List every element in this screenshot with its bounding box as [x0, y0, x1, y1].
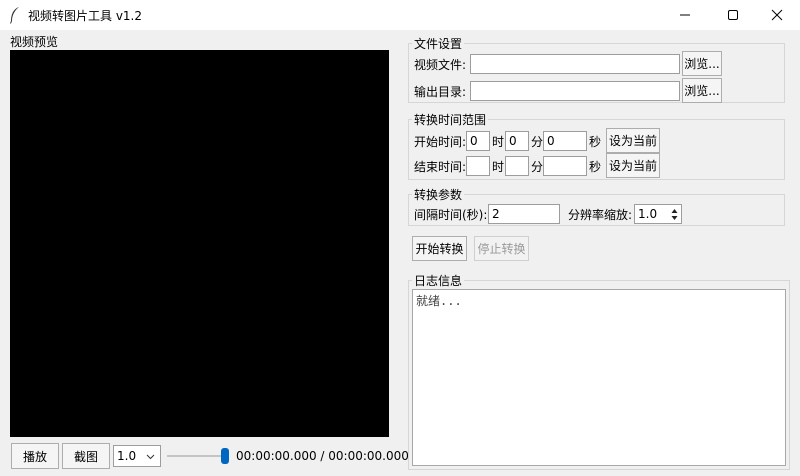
- speed-select[interactable]: 1.0: [113, 445, 161, 467]
- window-title: 视频转图片工具 v1.2: [28, 9, 143, 23]
- video-preview: [10, 50, 389, 437]
- end-hour-input[interactable]: [466, 156, 490, 176]
- end-second-unit: 秒: [589, 160, 602, 174]
- start-minute-input[interactable]: 0: [505, 131, 529, 151]
- log-label: 日志信息: [412, 272, 465, 289]
- play-button[interactable]: 播放: [11, 443, 59, 469]
- start-hour-unit: 时: [492, 135, 505, 149]
- video-file-input[interactable]: [470, 54, 680, 74]
- scale-spinbox[interactable]: 1.0: [634, 204, 682, 224]
- minimize-button[interactable]: [662, 0, 708, 30]
- start-second-input[interactable]: 0: [543, 131, 587, 151]
- start-convert-button[interactable]: 开始转换: [412, 236, 467, 261]
- start-time-label: 开始时间:: [414, 135, 467, 149]
- interval-label: 间隔时间(秒):: [414, 208, 488, 222]
- progress-track: [167, 455, 229, 457]
- video-file-label: 视频文件:: [414, 58, 467, 72]
- scale-value: 1.0: [638, 207, 658, 221]
- start-hour-input[interactable]: 0: [466, 131, 490, 151]
- end-second-input[interactable]: [543, 156, 587, 176]
- speed-value: 1.0: [117, 449, 137, 463]
- maximize-icon: [728, 10, 738, 20]
- output-dir-input[interactable]: [470, 81, 680, 101]
- stop-convert-button[interactable]: 停止转换: [474, 236, 529, 261]
- time-range-label: 转换时间范围: [412, 111, 489, 128]
- minimize-icon: [680, 14, 690, 16]
- set-end-current-button[interactable]: 设为当前: [606, 153, 660, 178]
- end-minute-input[interactable]: [505, 156, 529, 176]
- time-display: 00:00:00.000 / 00:00:00.000: [236, 449, 409, 463]
- end-hour-unit: 时: [492, 160, 505, 174]
- spin-arrows-icon[interactable]: [671, 208, 678, 221]
- close-button[interactable]: [754, 0, 800, 30]
- progress-slider-handle[interactable]: [221, 448, 229, 464]
- params-label: 转换参数: [412, 186, 465, 203]
- end-minute-unit: 分: [531, 160, 544, 174]
- start-second-unit: 秒: [589, 135, 602, 149]
- log-text-area[interactable]: 就绪...: [412, 289, 786, 466]
- maximize-button[interactable]: [710, 0, 756, 30]
- set-start-current-button[interactable]: 设为当前: [606, 128, 660, 153]
- browse-output-button[interactable]: 浏览...: [682, 78, 722, 103]
- browse-video-button[interactable]: 浏览...: [682, 51, 722, 76]
- feather-icon: [10, 7, 19, 24]
- output-dir-label: 输出目录:: [414, 85, 467, 99]
- chevron-down-icon: [146, 454, 155, 460]
- video-preview-label: 视频预览: [8, 33, 61, 50]
- interval-input[interactable]: 2: [488, 204, 560, 224]
- close-icon: [771, 9, 783, 21]
- scale-label: 分辨率缩放:: [568, 208, 633, 222]
- screenshot-button[interactable]: 截图: [62, 443, 110, 469]
- end-time-label: 结束时间:: [414, 160, 467, 174]
- start-minute-unit: 分: [531, 135, 544, 149]
- file-settings-label: 文件设置: [412, 35, 465, 52]
